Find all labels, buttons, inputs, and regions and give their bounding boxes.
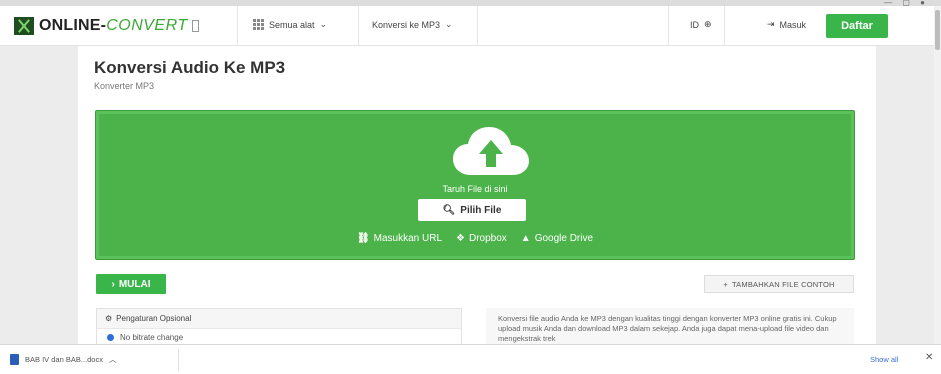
plus-icon: +	[723, 279, 728, 289]
chevron-right-icon: ›	[111, 278, 115, 290]
optional-settings-header[interactable]: ⚙ Pengaturan Opsional	[97, 309, 461, 329]
download-bar: BAB IV dan BAB...docx ︿ Show all ✕	[0, 344, 941, 374]
page-title: Konversi Audio Ke MP3	[94, 58, 286, 77]
chevron-down-icon: ⌄	[319, 19, 328, 29]
login-link[interactable]: ⇥ Masuk	[767, 19, 806, 30]
optional-settings-panel: ⚙ Pengaturan Opsional No bitrate change	[96, 308, 462, 345]
add-sample-file-button[interactable]: + TAMBAHKAN FILE CONTOH	[704, 275, 854, 293]
cloud-upload-icon	[453, 127, 529, 175]
word-document-icon	[10, 354, 19, 365]
signup-button[interactable]: Daftar	[826, 14, 888, 38]
language-selector[interactable]: ID ⊕	[690, 19, 712, 30]
converter-menu[interactable]: Konversi ke MP3 ⌄	[372, 19, 453, 30]
chevron-up-icon[interactable]: ︿	[109, 354, 117, 365]
drop-text: Taruh File di sini	[442, 184, 508, 194]
logo-badge-icon	[191, 20, 199, 32]
nav-divider	[237, 6, 238, 46]
start-button[interactable]: › MULAI	[96, 274, 166, 294]
converter-menu-label: Konversi ke MP3	[372, 19, 441, 30]
top-navbar: ONLINE-CONVERT Semua alat ⌄ Konversi ke …	[0, 6, 934, 46]
show-all-downloads-link[interactable]: Show all	[870, 355, 898, 364]
radio-button-selected[interactable]	[107, 333, 114, 341]
link-icon: ⛓	[356, 233, 370, 244]
google-drive-icon: ▲	[520, 233, 531, 244]
enter-url-label: Masukkan URL	[373, 233, 442, 244]
upload-sources: ⛓ Masukkan URL ❖ Dropbox ▲ Google Drive	[96, 233, 854, 244]
download-bar-divider	[178, 349, 179, 371]
grid-icon	[253, 19, 264, 30]
dropbox-icon: ❖	[456, 233, 465, 244]
chevron-down-icon: ⌄	[445, 19, 453, 29]
logo-mark-icon	[14, 17, 34, 35]
dropbox-label: Dropbox	[468, 233, 507, 244]
google-drive-label: Google Drive	[534, 233, 594, 244]
nav-divider	[724, 6, 725, 46]
main-content: Konversi Audio Ke MP3 Konverter MP3 Taru…	[78, 46, 876, 345]
login-icon: ⇥	[767, 19, 775, 29]
downloaded-file-name: BAB IV dan BAB...docx	[25, 355, 103, 364]
nav-divider	[668, 6, 669, 46]
all-tools-label: Semua alat	[269, 19, 315, 30]
google-drive-link[interactable]: ▲ Google Drive	[521, 233, 593, 244]
scrollbar-thumb[interactable]	[935, 10, 940, 50]
gear-icon: ⚙	[105, 314, 113, 323]
page-subtitle: Konverter MP3	[94, 81, 155, 91]
bitrate-option-label: No bitrate change	[120, 332, 184, 342]
page-scrollbar[interactable]	[934, 6, 941, 344]
pick-file-button[interactable]: 🔍︎ Pilih File	[418, 199, 526, 221]
login-label: Masuk	[779, 19, 807, 30]
logo-text: ONLINE-CONVERT	[39, 17, 188, 34]
bitrate-option[interactable]: No bitrate change	[97, 329, 461, 345]
nav-divider	[358, 6, 359, 46]
search-icon: 🔍︎	[442, 204, 456, 216]
start-label: MULAI	[118, 278, 151, 290]
optional-settings-title: Pengaturan Opsional	[116, 314, 192, 323]
language-label: ID	[690, 19, 699, 30]
downloaded-file-item[interactable]: BAB IV dan BAB...docx ︿	[10, 354, 116, 365]
pick-file-label: Pilih File	[460, 204, 502, 216]
close-icon[interactable]: ✕	[925, 352, 933, 363]
dropbox-link[interactable]: ❖ Dropbox	[456, 233, 507, 244]
file-dropzone[interactable]: Taruh File di sini 🔍︎ Pilih File ⛓ Masuk…	[95, 110, 855, 260]
globe-icon: ⊕	[704, 19, 712, 29]
enter-url-link[interactable]: ⛓ Masukkan URL	[357, 233, 442, 244]
converter-description: Konversi file audio Anda ke MP3 dengan k…	[486, 308, 854, 344]
all-tools-menu[interactable]: Semua alat ⌄	[253, 19, 327, 30]
site-logo[interactable]: ONLINE-CONVERT	[14, 16, 199, 36]
add-sample-label: TAMBAHKAN FILE CONTOH	[731, 279, 835, 289]
nav-divider	[477, 6, 478, 46]
